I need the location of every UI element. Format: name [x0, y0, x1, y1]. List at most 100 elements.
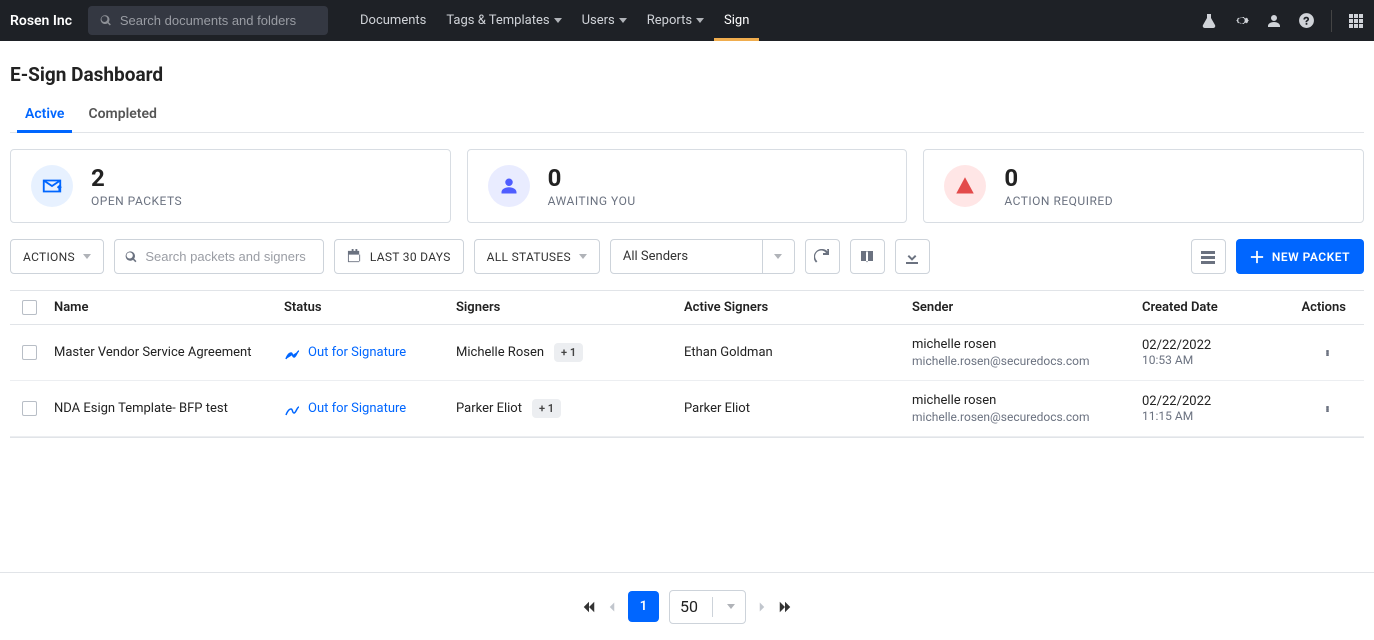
row-actions-menu[interactable]: [1314, 400, 1338, 418]
signer-name: Michelle Rosen: [456, 345, 544, 360]
pagination-current[interactable]: 1: [628, 591, 659, 622]
actions-dropdown[interactable]: ACTIONS: [10, 239, 104, 274]
nav-reports[interactable]: Reports: [637, 0, 714, 41]
created-date: 02/22/2022: [1142, 394, 1286, 409]
sender-email: michelle.rosen@securedocs.com: [912, 410, 1142, 424]
packet-search-input[interactable]: [145, 249, 313, 264]
created-time: 10:53 AM: [1142, 353, 1286, 367]
th-status: Status: [284, 300, 456, 315]
refresh-button[interactable]: [805, 239, 840, 274]
sender-name: michelle rosen: [912, 393, 1142, 408]
card-awaiting-you[interactable]: 0 AWAITING YOU: [467, 149, 908, 223]
nav-sign[interactable]: Sign: [714, 0, 759, 41]
chevron-down-icon: [579, 254, 587, 259]
global-search-input[interactable]: [120, 13, 316, 28]
pagination-prev[interactable]: [606, 601, 618, 613]
sender-name: michelle rosen: [912, 337, 1142, 352]
packets-table: Name Status Signers Active Signers Sende…: [10, 290, 1364, 438]
signer-extra-badge: + 1: [532, 399, 561, 418]
chevron-down-icon: [727, 604, 735, 609]
book-icon: [859, 249, 875, 265]
action-value: 0: [1004, 164, 1113, 192]
calendar-icon: [347, 249, 362, 264]
row-checkbox[interactable]: [22, 401, 37, 416]
download-button[interactable]: [895, 239, 930, 274]
view-toggle-button[interactable]: [1191, 239, 1226, 274]
main-nav: Documents Tags & Templates Users Reports…: [350, 0, 759, 41]
download-icon: [904, 249, 920, 265]
open-packets-label: OPEN PACKETS: [91, 194, 182, 208]
envelope-up-icon: [31, 165, 73, 207]
signer-extra-badge: + 1: [554, 343, 583, 362]
chevron-down-icon: [554, 18, 562, 23]
pagination: 1 50: [0, 572, 1374, 640]
select-all-checkbox[interactable]: [22, 300, 37, 315]
action-label: ACTION REQUIRED: [1004, 194, 1113, 208]
th-sender: Sender: [912, 300, 1142, 315]
help-icon[interactable]: [1298, 12, 1315, 29]
th-signers: Signers: [456, 300, 684, 315]
sender-filter[interactable]: All Senders: [610, 239, 795, 274]
chevron-down-icon: [83, 254, 91, 259]
plus-icon: [1250, 250, 1264, 264]
table-row[interactable]: NDA Esign Template- BFP test Out for Sig…: [10, 381, 1364, 437]
sender-email: michelle.rosen@securedocs.com: [912, 354, 1142, 368]
brand: Rosen Inc: [10, 13, 72, 29]
row-checkbox[interactable]: [22, 345, 37, 360]
table-header: Name Status Signers Active Signers Sende…: [10, 291, 1364, 325]
awaiting-value: 0: [548, 164, 636, 192]
table-row[interactable]: Master Vendor Service Agreement Out for …: [10, 325, 1364, 381]
refresh-icon: [814, 249, 830, 265]
labs-icon[interactable]: [1201, 13, 1217, 29]
th-actions: Actions: [1286, 300, 1366, 315]
warning-icon: [944, 165, 986, 207]
created-date: 02/22/2022: [1142, 338, 1286, 353]
page-title: E-Sign Dashboard: [10, 63, 1364, 86]
new-packet-button[interactable]: NEW PACKET: [1236, 239, 1364, 274]
signature-icon: [284, 401, 300, 417]
pagination-first[interactable]: [582, 600, 596, 614]
chevron-down-icon: [619, 18, 627, 23]
contacts-button[interactable]: [850, 239, 885, 274]
nav-users[interactable]: Users: [572, 0, 637, 41]
chevron-down-icon: [696, 18, 704, 23]
th-created[interactable]: Created Date: [1142, 300, 1286, 315]
open-packets-value: 2: [91, 164, 182, 192]
user-icon[interactable]: [1266, 13, 1282, 29]
status-filter[interactable]: ALL STATUSES: [474, 239, 600, 274]
tab-active[interactable]: Active: [25, 100, 64, 132]
person-icon: [488, 165, 530, 207]
status-text: Out for Signature: [308, 345, 406, 360]
created-time: 11:15 AM: [1142, 409, 1286, 423]
active-signer: Parker Eliot: [684, 401, 912, 416]
global-search[interactable]: [88, 6, 328, 35]
status-text: Out for Signature: [308, 401, 406, 416]
pagination-next[interactable]: [756, 601, 768, 613]
gear-icon[interactable]: [1233, 12, 1250, 29]
search-icon: [125, 250, 137, 264]
list-view-icon: [1200, 249, 1216, 265]
tabs: Active Completed: [10, 100, 1364, 133]
cell-name: NDA Esign Template- BFP test: [54, 401, 284, 416]
cell-name: Master Vendor Service Agreement: [54, 345, 284, 360]
card-action-required[interactable]: 0 ACTION REQUIRED: [923, 149, 1364, 223]
date-filter[interactable]: LAST 30 DAYS: [334, 239, 464, 274]
search-icon: [100, 14, 112, 27]
th-name[interactable]: Name: [54, 300, 284, 315]
chevron-down-icon: [774, 254, 782, 259]
card-open-packets[interactable]: 2 OPEN PACKETS: [10, 149, 451, 223]
awaiting-label: AWAITING YOU: [548, 194, 636, 208]
th-active-signers: Active Signers: [684, 300, 912, 315]
page-size-select[interactable]: 50: [669, 590, 746, 624]
apps-icon[interactable]: [1348, 13, 1364, 29]
packet-search[interactable]: [114, 239, 324, 274]
signer-name: Parker Eliot: [456, 401, 522, 416]
nav-documents[interactable]: Documents: [350, 0, 436, 41]
active-signer: Ethan Goldman: [684, 345, 912, 360]
pagination-last[interactable]: [778, 600, 792, 614]
nav-tags-templates[interactable]: Tags & Templates: [436, 0, 571, 41]
divider: [1331, 10, 1332, 32]
signature-icon: [284, 345, 300, 361]
row-actions-menu[interactable]: [1314, 344, 1338, 362]
tab-completed[interactable]: Completed: [88, 100, 156, 132]
